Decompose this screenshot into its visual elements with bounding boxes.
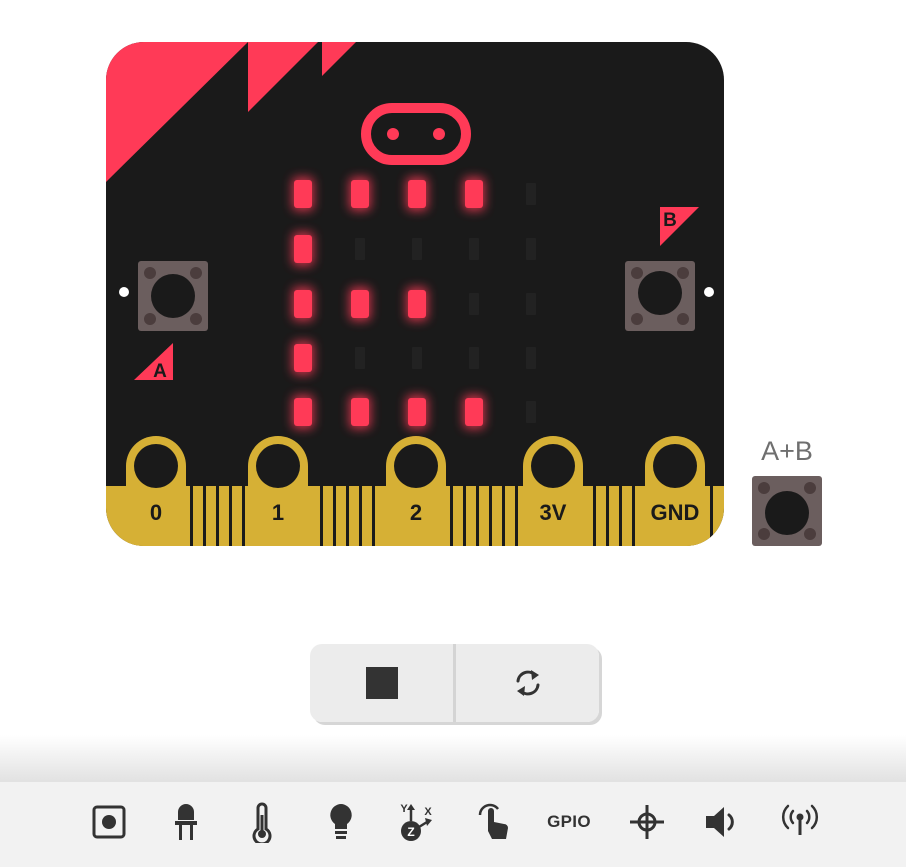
edge-strip xyxy=(502,486,505,546)
led-off xyxy=(526,293,536,315)
led-on xyxy=(465,180,483,208)
edge-strip xyxy=(242,486,245,546)
button-tool[interactable] xyxy=(84,800,134,844)
button-b-label: B xyxy=(663,210,677,231)
edge-strip xyxy=(450,486,453,546)
pin-label: 0 xyxy=(150,500,162,525)
accelerometer-tool[interactable]: Z Y X xyxy=(387,800,437,844)
edge-strip xyxy=(333,486,336,546)
led-off xyxy=(412,347,422,369)
led-icon xyxy=(175,804,197,840)
edge-strip xyxy=(489,486,492,546)
led-tool[interactable] xyxy=(161,800,211,844)
thermometer-icon xyxy=(252,802,272,843)
edge-strip xyxy=(476,486,479,546)
led-on xyxy=(351,290,369,318)
radio-tool[interactable] xyxy=(775,800,825,844)
pin-label: GND xyxy=(651,500,700,525)
edge-strip xyxy=(632,486,635,546)
radio-icon xyxy=(781,804,819,835)
button-b-edge-dot xyxy=(704,287,714,297)
edge-strip xyxy=(190,486,193,546)
led-on xyxy=(294,235,312,263)
led-off xyxy=(526,183,536,205)
led-off xyxy=(526,401,536,423)
lightbulb-icon xyxy=(330,804,352,839)
button-a-edge-dot xyxy=(119,287,129,297)
led-on xyxy=(294,344,312,372)
edge-strip xyxy=(372,486,375,546)
led-off xyxy=(469,238,479,260)
svg-text:X: X xyxy=(424,806,432,818)
svg-text:Y: Y xyxy=(400,803,408,815)
pin-label: 1 xyxy=(272,500,284,525)
pin-label: 2 xyxy=(410,500,422,525)
led-on xyxy=(408,398,426,426)
edge-strip xyxy=(216,486,219,546)
led-on xyxy=(294,180,312,208)
simulator-controls xyxy=(310,644,599,722)
light-tool[interactable] xyxy=(316,800,366,844)
edge-strip xyxy=(710,486,713,546)
led-off xyxy=(355,347,365,369)
ab-button-label: A+B xyxy=(761,436,813,466)
button-icon xyxy=(92,805,126,839)
edge-strip xyxy=(320,486,323,546)
led-off xyxy=(412,238,422,260)
restart-icon xyxy=(516,670,539,696)
led-off xyxy=(526,238,536,260)
pin-3v[interactable]: 3V xyxy=(523,436,583,546)
edge-strip xyxy=(229,486,232,546)
edge-strip xyxy=(203,486,206,546)
svg-text:Z: Z xyxy=(407,825,414,839)
led-on xyxy=(351,180,369,208)
stop-button[interactable] xyxy=(310,644,453,722)
button-a-label: A xyxy=(153,361,167,382)
edge-strip xyxy=(359,486,362,546)
pin-label: 3V xyxy=(540,500,567,525)
compass-icon xyxy=(630,805,664,839)
edge-strip xyxy=(346,486,349,546)
ab-button[interactable] xyxy=(752,476,822,546)
sound-tool[interactable] xyxy=(697,800,747,844)
led-on xyxy=(294,290,312,318)
button-b[interactable] xyxy=(625,261,695,331)
led-on xyxy=(408,290,426,318)
edge-strip xyxy=(593,486,596,546)
gpio-icon: GPIO xyxy=(547,812,591,831)
led-off xyxy=(469,347,479,369)
gpio-tool[interactable]: GPIO xyxy=(544,800,594,844)
pin-gnd[interactable]: GND xyxy=(645,436,705,546)
accelerometer-icon: Z Y X xyxy=(400,803,432,841)
stop-icon xyxy=(365,667,398,699)
pin-0[interactable]: 0 xyxy=(126,436,186,546)
pin-2[interactable]: 2 xyxy=(386,436,446,546)
led-on xyxy=(465,398,483,426)
edge-strip xyxy=(515,486,518,546)
led-off xyxy=(355,238,365,260)
touch-icon xyxy=(478,803,508,839)
compass-tool[interactable] xyxy=(622,800,672,844)
restart-button[interactable] xyxy=(453,644,599,722)
led-on xyxy=(294,398,312,426)
sensor-toolbar: Z Y X GPIO xyxy=(0,781,906,867)
toolbar-shadow xyxy=(0,735,906,783)
edge-strip xyxy=(606,486,609,546)
edge-strip xyxy=(619,486,622,546)
button-a[interactable] xyxy=(138,261,208,331)
temperature-tool[interactable] xyxy=(237,800,287,844)
led-on xyxy=(351,398,369,426)
pin-1[interactable]: 1 xyxy=(248,436,308,546)
speaker-icon xyxy=(706,807,734,837)
led-on xyxy=(408,180,426,208)
led-off xyxy=(469,293,479,315)
edge-strip xyxy=(463,486,466,546)
touch-tool[interactable] xyxy=(469,800,519,844)
led-off xyxy=(526,347,536,369)
